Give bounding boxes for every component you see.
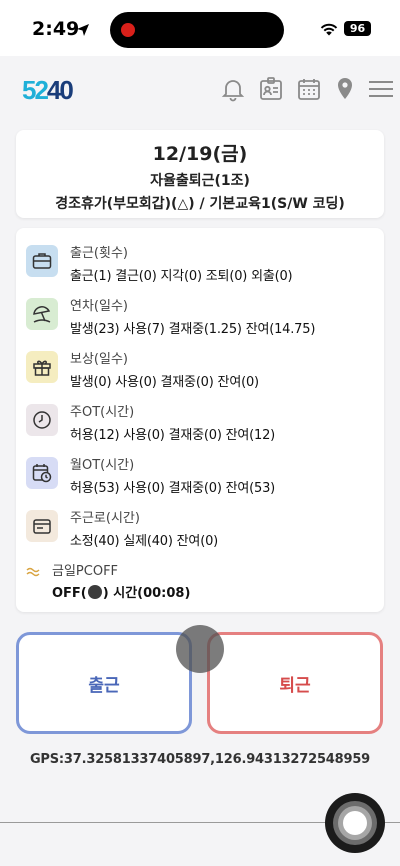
attendance-stats-card: 출근(횟수) 출근(1) 결근(0) 지각(0) 조퇴(0) 외출(0) 연차(… xyxy=(16,228,384,612)
stat-value: 허용(12) 사용(0) 결재중(0) 잔여(12) xyxy=(70,428,276,443)
stat-value: 발생(23) 사용(7) 결재중(1.25) 잔여(14.75) xyxy=(70,322,316,337)
pcoff-value: OFF( ) 시간(00:08) xyxy=(52,582,190,601)
clock-in-button[interactable]: 출근 xyxy=(16,632,192,734)
app-header: 5240 xyxy=(0,56,400,128)
calendar-icon[interactable] xyxy=(296,76,322,102)
status-time: 2:49 xyxy=(32,18,80,40)
pcoff-status-dot xyxy=(87,585,102,599)
gps-coordinates: GPS:37.32581337405897,126.94313272548959 xyxy=(29,752,371,767)
stat-label: 연차(일수) xyxy=(70,299,128,314)
clock-out-button[interactable]: 퇴근 xyxy=(207,632,383,734)
stat-label: 출근(횟수) xyxy=(70,246,128,261)
beach-umbrella-icon xyxy=(26,298,58,330)
battery-indicator: 96 xyxy=(344,21,371,36)
bell-icon[interactable] xyxy=(220,76,246,102)
dynamic-island xyxy=(110,12,284,48)
location-arrow-icon xyxy=(77,24,89,36)
schedule-text: 경조휴가(부모회갑)(△) / 기본교육1(S/W 코딩) xyxy=(55,196,345,212)
status-bar: 2:49 96 xyxy=(0,0,400,56)
id-card-icon[interactable] xyxy=(258,76,284,102)
svg-text:5240: 5240 xyxy=(22,76,73,104)
gift-icon xyxy=(26,351,58,383)
pcoff-icon xyxy=(26,567,40,577)
wallet-icon xyxy=(26,510,58,542)
stat-value: 소정(40) 실제(40) 잔여(0) xyxy=(70,534,219,549)
stat-value: 출근(1) 결근(0) 지각(0) 조퇴(0) 외출(0) xyxy=(70,269,293,284)
assistive-ring-inner xyxy=(343,811,367,835)
stat-row-weekly-work: 주근로(시간) 소정(40) 실제(40) 잔여(0) xyxy=(26,504,376,554)
stat-row-weekly-ot: 주OT(시간) 허용(12) 사용(0) 결재중(0) 잔여(12) xyxy=(26,398,376,448)
menu-icon[interactable] xyxy=(368,76,394,102)
stat-label: 월OT(시간) xyxy=(70,458,135,473)
date-card: 12/19(금) 자율출퇴근(1조) 경조휴가(부모회갑)(△) / 기본교육1… xyxy=(16,130,384,218)
briefcase-icon xyxy=(26,245,58,277)
pcoff-value-prefix: OFF( xyxy=(52,586,87,601)
pcoff-value-suffix: ) 시간(00:08) xyxy=(102,586,191,601)
stat-row-attendance: 출근(횟수) 출근(1) 결근(0) 지각(0) 조퇴(0) 외출(0) xyxy=(26,239,376,289)
app-logo[interactable]: 5240 xyxy=(22,76,102,104)
clock-icon xyxy=(26,404,58,436)
pcoff-label: 금일PCOFF xyxy=(52,564,119,579)
stat-row-monthly-ot: 월OT(시간) 허용(53) 사용(0) 결재중(0) 잔여(53) xyxy=(26,451,376,501)
stat-value: 허용(53) 사용(0) 결재중(0) 잔여(53) xyxy=(70,481,276,496)
map-pin-icon[interactable] xyxy=(332,76,358,102)
current-date: 12/19(금) xyxy=(152,143,248,165)
stat-row-compensation: 보상(일수) 발생(0) 사용(0) 결재중(0) 잔여(0) xyxy=(26,345,376,395)
stat-label: 주근로(시간) xyxy=(70,511,140,526)
pcoff-row: 금일PCOFF OFF( ) 시간(00:08) xyxy=(26,558,376,602)
touch-indicator xyxy=(176,625,224,673)
calendar-clock-icon xyxy=(26,457,58,489)
stat-label: 보상(일수) xyxy=(70,352,128,367)
stat-label: 주OT(시간) xyxy=(70,405,135,420)
stat-value: 발생(0) 사용(0) 결재중(0) 잔여(0) xyxy=(70,375,259,390)
recording-indicator xyxy=(121,23,135,37)
wifi-icon xyxy=(320,23,338,36)
stat-row-annual-leave: 연차(일수) 발생(23) 사용(7) 결재중(1.25) 잔여(14.75) xyxy=(26,292,376,342)
work-type: 자율출퇴근(1조) xyxy=(150,173,250,189)
assistive-touch-button[interactable] xyxy=(325,793,385,853)
